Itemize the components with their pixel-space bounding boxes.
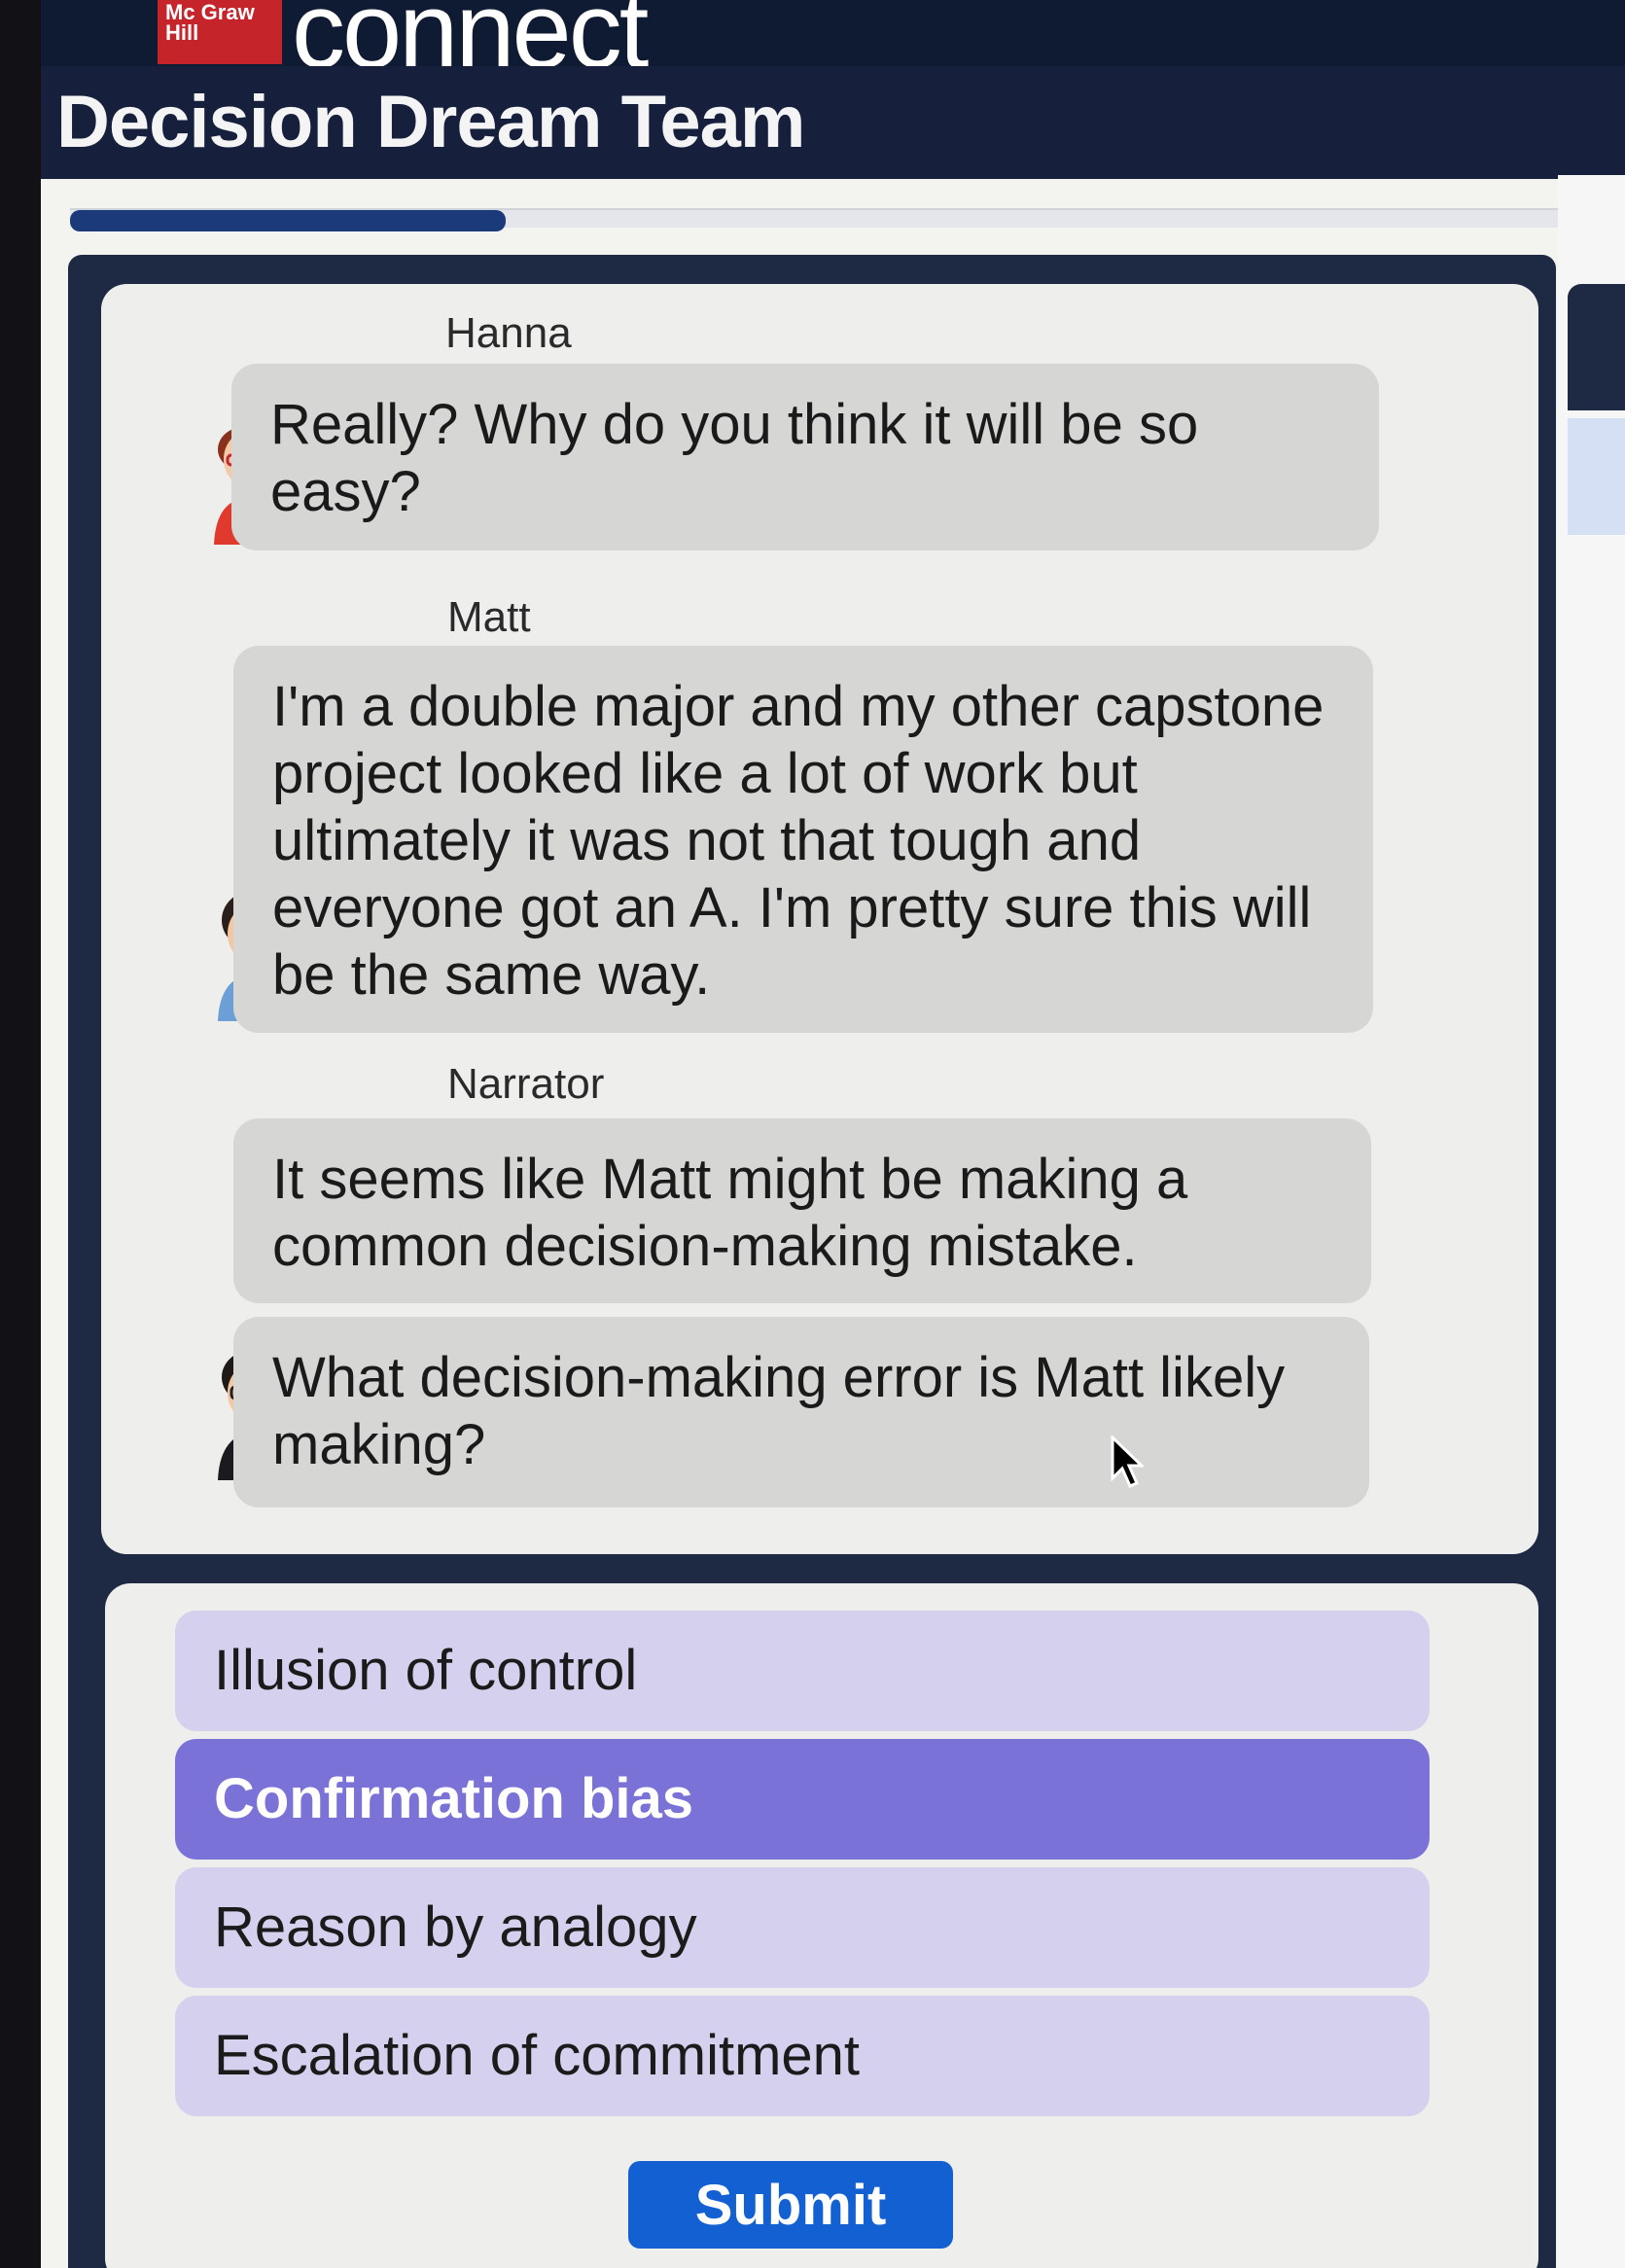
message-bubble: I'm a double major and my other capstone… [233, 646, 1373, 1033]
speaker-name: Hanna [445, 309, 572, 357]
submit-button[interactable]: Submit [628, 2161, 953, 2249]
app-screen: Mc Graw Hill connect Decision Dream Team… [41, 0, 1625, 2268]
mcgraw-hill-logo: Mc Graw Hill [158, 0, 282, 64]
speaker-name: Narrator [447, 1060, 605, 1108]
option-escalation-of-commitment[interactable]: Escalation of commitment [175, 1996, 1430, 2116]
speaker-name: Matt [447, 593, 531, 641]
side-panel-header [1568, 284, 1625, 410]
mouse-pointer-icon [1111, 1434, 1146, 1493]
message-bubble: It seems like Matt might be making a com… [233, 1118, 1371, 1303]
brand-bar: Mc Graw Hill connect [41, 0, 1625, 90]
question-bubble: What decision-making error is Matt likel… [233, 1317, 1369, 1507]
progress-bar [70, 208, 1625, 231]
message-bubble: Really? Why do you think it will be so e… [231, 364, 1379, 550]
progress-fill [70, 210, 506, 231]
monitor-bezel [0, 0, 41, 2268]
page-title: Decision Dream Team [56, 81, 805, 163]
dialogue-panel: Hanna Really? Why do you think it will b… [101, 284, 1538, 1554]
option-illusion-of-control[interactable]: Illusion of control [175, 1611, 1430, 1731]
title-bar: Decision Dream Team [41, 66, 1625, 179]
option-confirmation-bias[interactable]: Confirmation bias [175, 1739, 1430, 1860]
option-reason-by-analogy[interactable]: Reason by analogy [175, 1867, 1430, 1988]
side-panel-highlight [1568, 418, 1625, 535]
